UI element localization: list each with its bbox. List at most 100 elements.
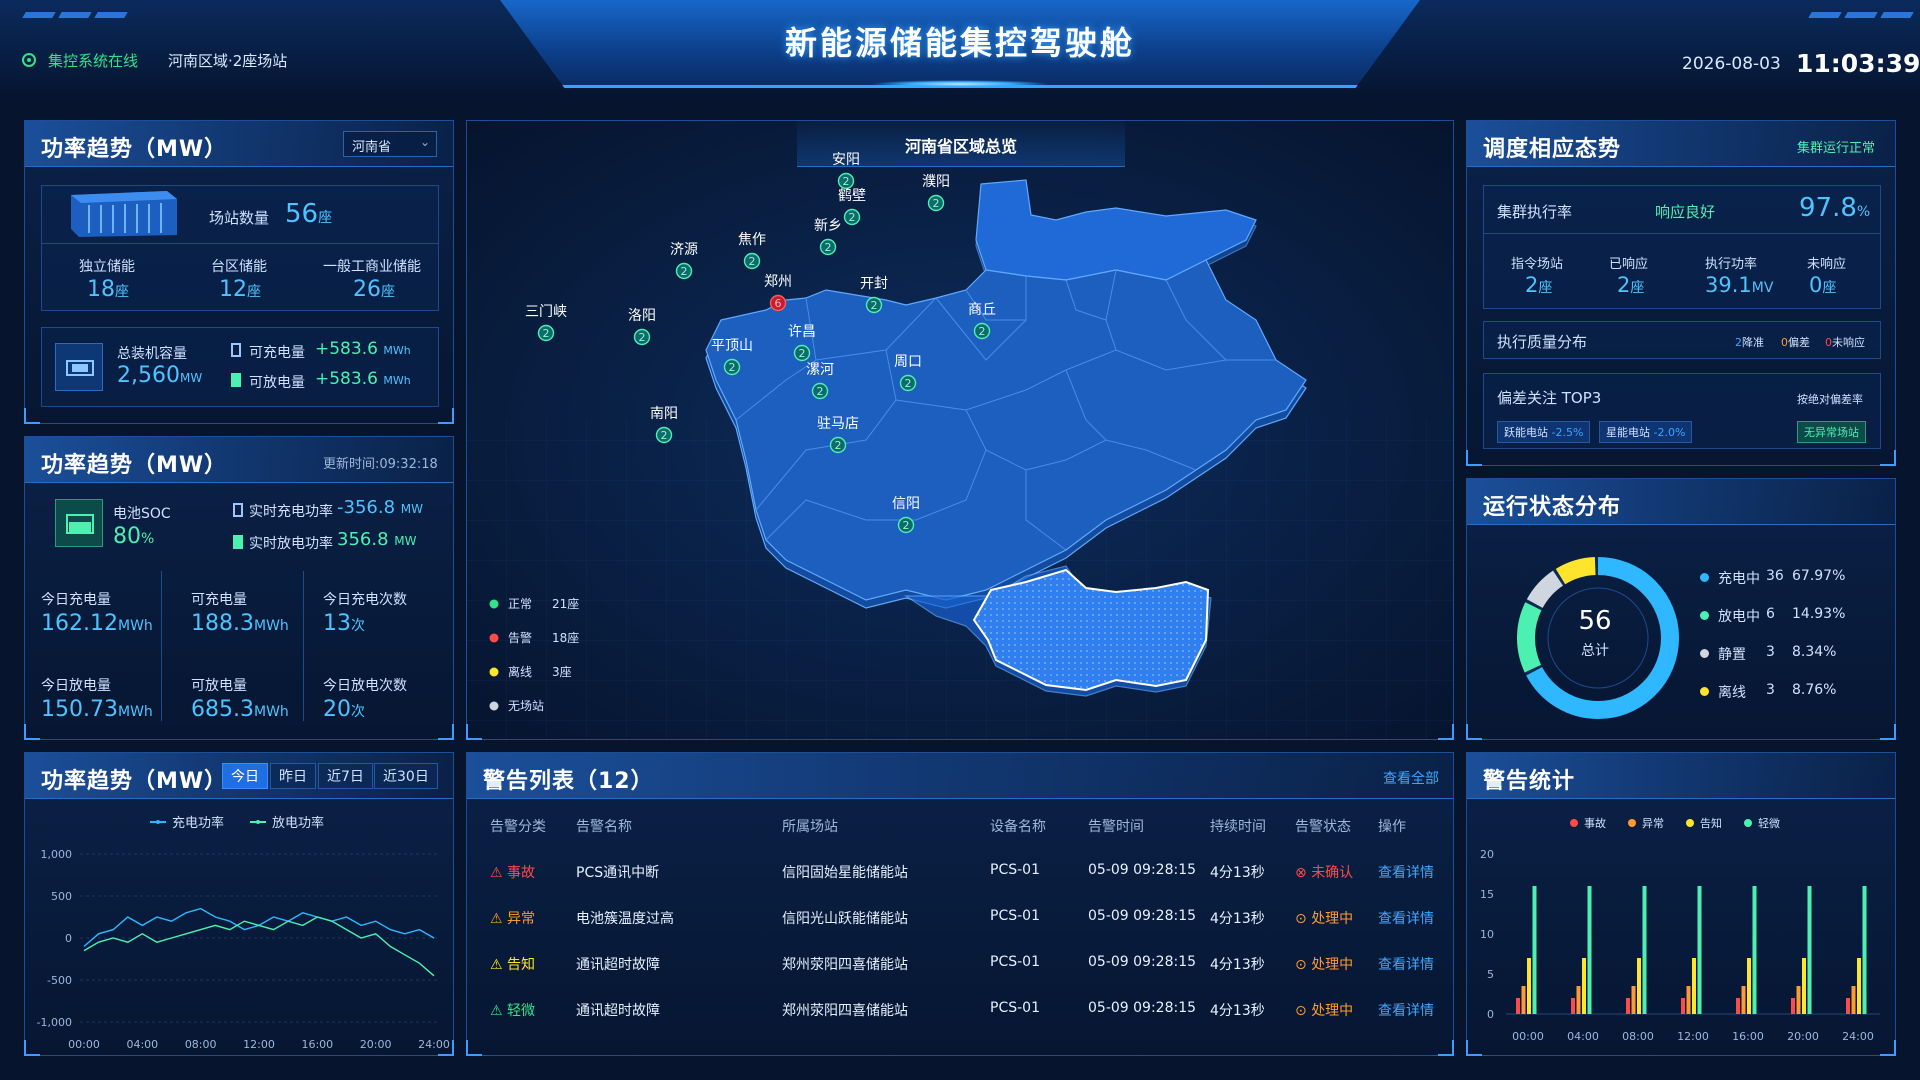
panel-title: 功率趋势（MW） xyxy=(41,137,228,162)
type-label: 一般工商业储能 xyxy=(323,259,421,275)
station-cell: 郑州荥阳四喜储能站 xyxy=(782,957,908,973)
bar xyxy=(1851,986,1856,1014)
legend-dot xyxy=(1570,819,1578,827)
no-anomaly-tag: 无异常场站 xyxy=(1797,421,1866,443)
city-name: 驻马店 xyxy=(817,416,859,432)
device-cell: PCS-01 xyxy=(990,862,1040,878)
city-marker[interactable]: 三门峡 2 xyxy=(525,304,567,342)
chevron-down-icon: ⌄ xyxy=(420,135,431,149)
legend-label: 放电功率 xyxy=(272,815,324,831)
more-circle-icon: ⊙ xyxy=(1295,957,1307,973)
stat-label: 今日放电次数 xyxy=(323,678,407,694)
city-name: 南阳 xyxy=(650,406,678,422)
time-cell: 05-09 09:28:15 xyxy=(1088,862,1197,878)
city-name: 鹤壁 xyxy=(838,188,866,204)
stat-label: 可放电量 xyxy=(191,678,247,694)
tab-7days[interactable]: 近7日 xyxy=(318,763,373,789)
city-marker[interactable]: 焦作 2 xyxy=(738,232,766,270)
legend-marker xyxy=(156,820,160,824)
henan-map[interactable]: 正常 21座告警 18座离线 3座无场站 安阳2 濮阳2鹤壁2新乡2焦作2济源2郑州6开… xyxy=(466,120,1454,740)
deviation-tag[interactable]: 跃能电站 -2.5% xyxy=(1497,421,1591,443)
legend-label: 无场站 xyxy=(508,699,544,713)
metric-value: 0座 xyxy=(1809,273,1837,297)
soc-value: 80% xyxy=(113,524,155,549)
x-tick-label: 04:00 xyxy=(1567,1030,1599,1043)
province-select[interactable]: 河南省 ⌄ xyxy=(343,131,437,157)
y-tick-label: -500 xyxy=(47,974,72,987)
city-marker[interactable]: 安阳 2 xyxy=(832,152,860,190)
more-circle-icon: ⊙ xyxy=(1295,1003,1307,1019)
bar xyxy=(1796,986,1801,1014)
series-line xyxy=(83,907,435,947)
deviation-tag[interactable]: 星能电站 -2.0% xyxy=(1599,421,1693,443)
status-cell: ⊙ 处理中 xyxy=(1295,957,1354,973)
level-cell: ⚠ 事故 xyxy=(490,865,536,881)
city-name: 周口 xyxy=(894,354,922,370)
quality-item: 2降准 xyxy=(1735,336,1764,349)
tab-30days[interactable]: 近30日 xyxy=(374,763,438,789)
tab-today[interactable]: 今日 xyxy=(222,763,268,789)
power-trend-chart: 充电功率 放电功率 1,000 500 0 -500 -1,000 00:00 04:00 08:… xyxy=(37,815,450,1050)
status-cell: ⊙ 处理中 xyxy=(1295,1003,1354,1019)
station-cell: 信阳固始星能储能站 xyxy=(782,865,908,881)
warning-triangle-icon: ⚠ xyxy=(490,865,503,881)
legend-label: 正常 xyxy=(508,597,532,611)
table-header-cell: 持续时间 xyxy=(1210,819,1266,835)
city-marker[interactable]: 洛阳 2 xyxy=(628,308,656,346)
bar xyxy=(1642,886,1647,1014)
donut-total: 56 xyxy=(1578,606,1612,636)
city-name: 安阳 xyxy=(832,152,860,168)
tab-yesterday[interactable]: 昨日 xyxy=(270,763,316,789)
legend-percent: 8.34% xyxy=(1792,644,1837,660)
bar xyxy=(1576,986,1581,1014)
city-marker[interactable]: 济源 2 xyxy=(670,242,698,280)
table-header-cell: 告警时间 xyxy=(1088,819,1144,835)
time-display: 11:03:39 xyxy=(1796,49,1920,78)
legend-label: 静置 xyxy=(1718,647,1746,663)
warning-triangle-icon: ⚠ xyxy=(490,911,503,927)
city-name: 信阳 xyxy=(892,496,920,512)
x-tick-label: 04:00 xyxy=(126,1038,158,1050)
bar xyxy=(1862,886,1867,1014)
bar xyxy=(1582,958,1586,1014)
legend-label: 告知 xyxy=(1700,816,1722,830)
view-detail-link[interactable]: 查看详情 xyxy=(1378,954,1434,974)
metric-value: 2座 xyxy=(1525,273,1553,297)
city-marker[interactable]: 鹤壁 2 xyxy=(838,188,866,226)
city-marker[interactable]: 濮阳 2 xyxy=(922,174,950,212)
bar xyxy=(1741,986,1746,1014)
y-tick-label: 5 xyxy=(1487,968,1494,981)
device-cell: PCS-01 xyxy=(990,1000,1040,1016)
bar xyxy=(1631,986,1636,1014)
deviation-sort[interactable]: 按绝对偏差率 xyxy=(1797,391,1863,407)
city-marker[interactable]: 新乡 2 xyxy=(814,218,842,256)
x-tick-label: 24:00 xyxy=(1842,1030,1874,1043)
metric-label: 指令场站 xyxy=(1511,257,1564,272)
duration-cell: 4分13秒 xyxy=(1210,1003,1265,1019)
location-label[interactable]: 河南区域·2座场站 xyxy=(168,50,287,71)
legend-dot xyxy=(489,701,499,711)
table-header-cell: 所属场站 xyxy=(782,819,838,835)
city-count: 2 xyxy=(905,377,912,390)
city-count: 2 xyxy=(817,385,824,398)
x-tick-label: 08:00 xyxy=(1622,1030,1654,1043)
city-count: 2 xyxy=(843,175,850,188)
alarm-stats-chart: 事故 异常 告知 轻微 20 15 10 5 0 00:00 04:00 08:00 12:00 16:0… xyxy=(1480,816,1880,1043)
battery-charge-icon xyxy=(233,503,243,517)
city-count: 2 xyxy=(849,211,856,224)
view-all-link[interactable]: 查看全部 xyxy=(1383,768,1439,788)
view-detail-link[interactable]: 查看详情 xyxy=(1378,862,1434,882)
rt-charge-value: -356.8 MW xyxy=(337,497,423,518)
y-tick-label: 1,000 xyxy=(41,848,73,861)
donut-total-label: 总计 xyxy=(1581,643,1609,659)
legend-label: 离线 xyxy=(1718,685,1746,701)
bar xyxy=(1532,886,1537,1014)
title-glow xyxy=(870,80,1050,88)
status-legend-item: 静置 3 8.34% xyxy=(1700,644,1890,664)
divider xyxy=(303,571,304,721)
city-name: 新乡 xyxy=(814,218,842,234)
view-detail-link[interactable]: 查看详情 xyxy=(1378,908,1434,928)
view-detail-link[interactable]: 查看详情 xyxy=(1378,1000,1434,1020)
type-value: 12座 xyxy=(219,277,261,302)
battery-station-icon xyxy=(55,343,103,391)
